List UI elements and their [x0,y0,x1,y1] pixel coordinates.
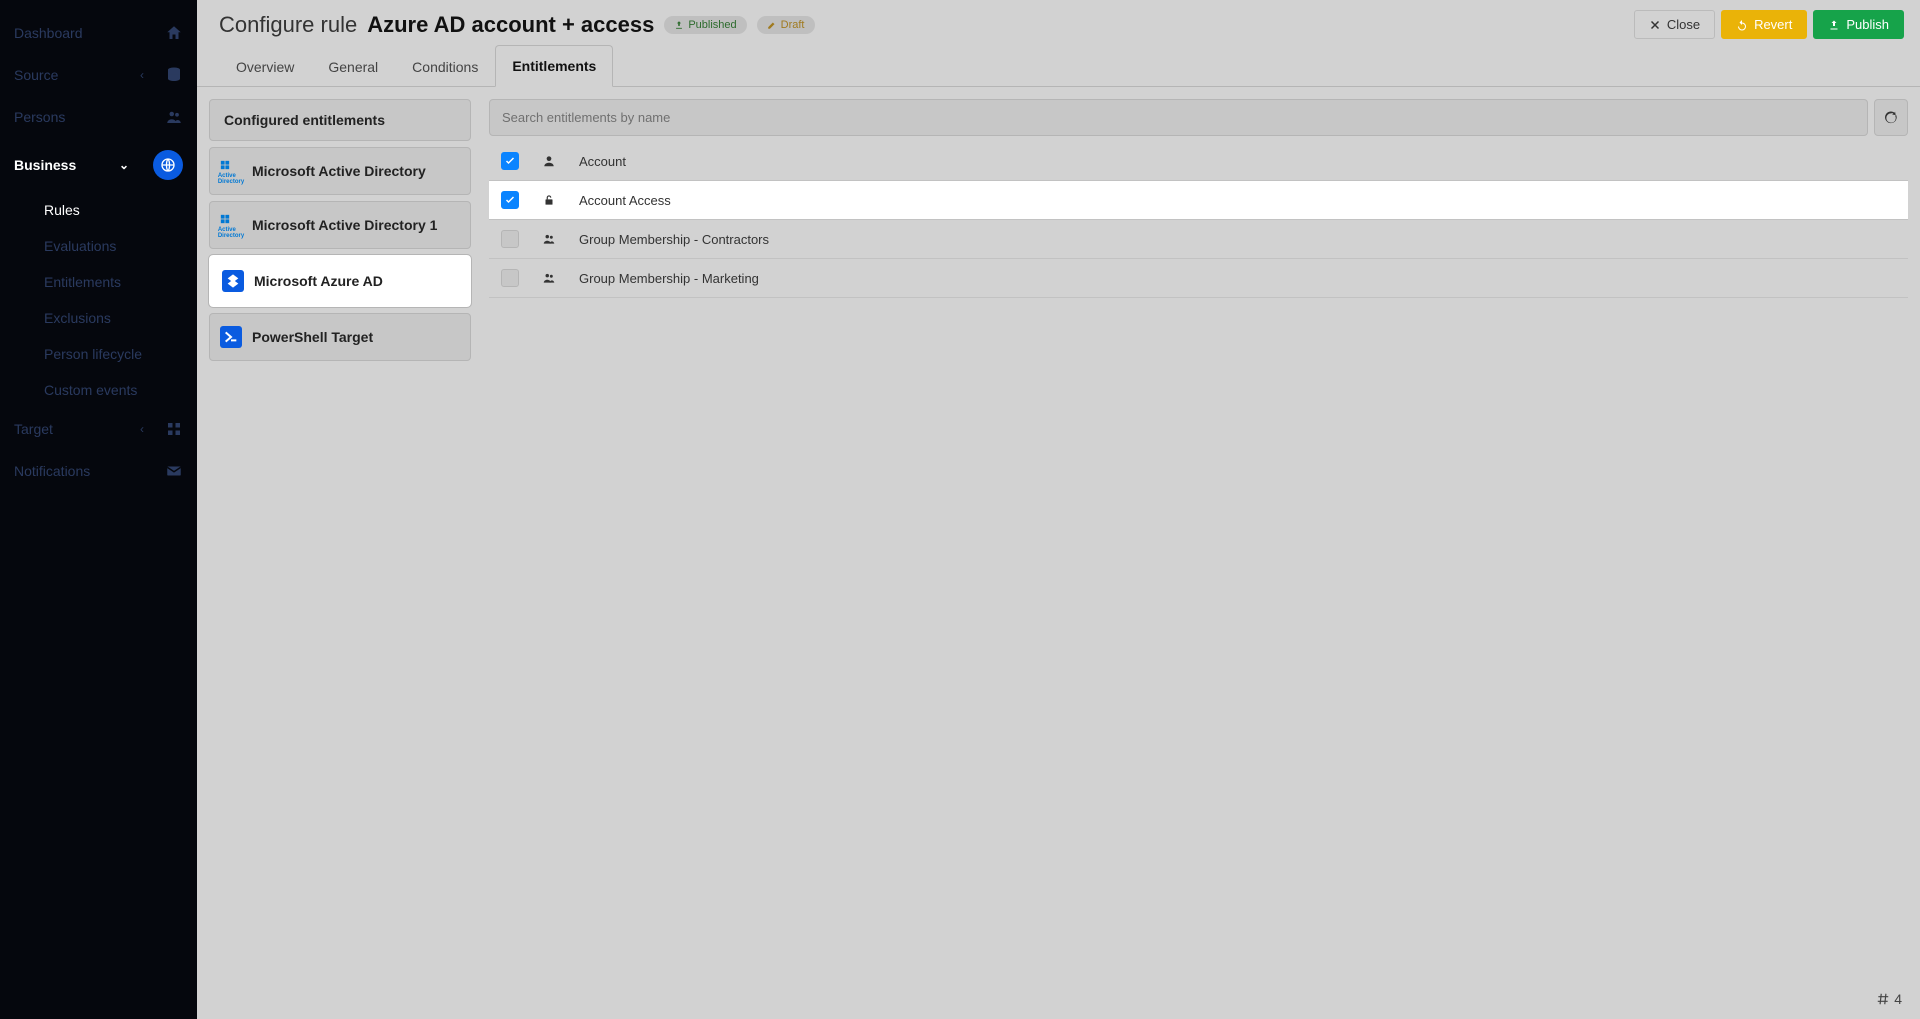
chevron-left-icon: ‹ [133,66,151,84]
group-icon [539,232,559,246]
windows-icon: Active Directory [220,214,242,236]
entitlement-row-account-access[interactable]: Account Access [489,181,1908,220]
refresh-icon [1884,111,1898,125]
sidebar-sub-person-lifecycle[interactable]: Person lifecycle [0,336,197,372]
sidebar-item-label: Notifications [14,463,165,479]
sidebar-sub-custom-events[interactable]: Custom events [0,372,197,408]
refresh-button[interactable] [1874,99,1908,136]
sidebar-item-business[interactable]: Business ⌄ [0,138,197,192]
sidebar: Dashboard Source ‹ Persons Business ⌄ Ru… [0,0,197,1019]
close-icon [1649,19,1661,31]
powershell-icon [220,326,242,348]
sidebar-sub-rules[interactable]: Rules [0,192,197,228]
search-input[interactable] [489,99,1868,136]
status-badge-published: Published [664,16,746,34]
undo-icon [1736,19,1748,31]
tab-overview[interactable]: Overview [219,46,311,87]
group-icon [539,271,559,285]
sidebar-sub-exclusions[interactable]: Exclusions [0,300,197,336]
globe-icon [153,150,183,180]
revert-button[interactable]: Revert [1721,10,1807,39]
checkbox[interactable] [501,230,519,248]
sidebar-item-label: Persons [14,109,165,125]
unlock-icon [539,193,559,207]
database-icon [165,66,183,84]
panel-title: Configured entitlements [209,99,471,141]
page-title-prefix: Configure rule [219,12,357,38]
tab-conditions[interactable]: Conditions [395,46,495,87]
close-button[interactable]: Close [1634,10,1715,39]
main-content: Configure rule Azure AD account + access… [197,0,1920,1019]
pencil-icon [767,20,777,30]
sidebar-item-target[interactable]: Target ‹ [0,408,197,450]
sidebar-item-persons[interactable]: Persons [0,96,197,138]
sidebar-sub-entitlements[interactable]: Entitlements [0,264,197,300]
configured-entitlements-panel: Configured entitlements Active Directory… [209,99,471,1007]
upload-icon [1828,19,1840,31]
user-icon [539,154,559,168]
status-badge-draft: Draft [757,16,815,34]
users-icon [165,108,183,126]
sidebar-sub-evaluations[interactable]: Evaluations [0,228,197,264]
sidebar-item-dashboard[interactable]: Dashboard [0,12,197,54]
tab-general[interactable]: General [311,46,395,87]
azure-ad-icon [222,270,244,292]
chevron-down-icon: ⌄ [115,156,133,174]
sidebar-item-source[interactable]: Source ‹ [0,54,197,96]
tab-entitlements[interactable]: Entitlements [495,45,613,87]
footer-count: 4 [489,981,1908,1007]
home-icon [165,24,183,42]
page-title: Azure AD account + access [367,12,654,38]
entitlement-card-ad1[interactable]: Active Directory Microsoft Active Direct… [209,201,471,249]
tab-bar: Overview General Conditions Entitlements [197,45,1920,87]
grid-icon [165,420,183,438]
sidebar-item-label: Target [14,421,133,437]
entitlement-card-powershell[interactable]: PowerShell Target [209,313,471,361]
chevron-left-icon: ‹ [133,420,151,438]
sidebar-item-label: Business [14,157,115,173]
checkbox[interactable] [501,191,519,209]
sidebar-item-label: Source [14,67,133,83]
entitlement-row-account[interactable]: Account [489,142,1908,181]
sidebar-item-notifications[interactable]: Notifications [0,450,197,492]
checkbox[interactable] [501,269,519,287]
hash-icon [1876,992,1890,1006]
entitlement-row-group-contractors[interactable]: Group Membership - Contractors [489,220,1908,259]
header: Configure rule Azure AD account + access… [197,0,1920,45]
entitlements-list-panel: Account Account Access Group Membership … [489,99,1908,1007]
entitlement-card-ad[interactable]: Active Directory Microsoft Active Direct… [209,147,471,195]
upload-icon [674,20,684,30]
windows-icon: Active Directory [220,160,242,182]
envelope-icon [165,462,183,480]
publish-button[interactable]: Publish [1813,10,1904,39]
entitlement-row-group-marketing[interactable]: Group Membership - Marketing [489,259,1908,298]
entitlement-card-azure[interactable]: Microsoft Azure AD [209,255,471,307]
checkbox[interactable] [501,152,519,170]
sidebar-item-label: Dashboard [14,25,165,41]
